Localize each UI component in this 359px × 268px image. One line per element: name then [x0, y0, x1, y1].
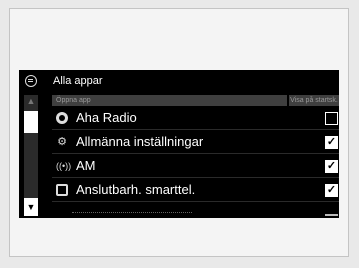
app-label: AM: [76, 158, 96, 173]
list-item[interactable]: ⚙ Allmänna inställningar ✓: [52, 130, 339, 154]
cut-off-label: [72, 212, 192, 215]
column-header-open-app: Öppna app: [52, 95, 287, 106]
scroll-down-icon[interactable]: ▼: [24, 198, 38, 216]
app-label: Anslutbarh. smarttel.: [76, 182, 196, 197]
display-screen: Alla appar Öppna app Visa på startsk. ▲ …: [19, 70, 339, 218]
menu-icon[interactable]: [25, 75, 37, 87]
app-list: Aha Radio ⚙ Allmänna inställningar ✓ ((•…: [52, 106, 339, 202]
list-item[interactable]: ((•)) AM ✓: [52, 154, 339, 178]
screen-title: Alla appar: [53, 75, 103, 87]
show-on-home-checkbox[interactable]: [325, 112, 338, 125]
aha-radio-icon: [56, 112, 68, 124]
show-on-home-checkbox[interactable]: ✓: [325, 184, 338, 197]
figure-frame: Alla appar Öppna app Visa på startsk. ▲ …: [9, 8, 349, 257]
scroll-up-icon[interactable]: ▲: [24, 95, 38, 107]
list-item-partial: [52, 207, 339, 218]
list-item[interactable]: Aha Radio: [52, 106, 339, 130]
column-header-show-on-home: Visa på startsk.: [289, 95, 339, 106]
smartphone-icon: [56, 184, 68, 196]
show-on-home-checkbox[interactable]: ✓: [325, 136, 338, 149]
app-label: Allmänna inställningar: [76, 134, 204, 149]
list-item[interactable]: Anslutbarh. smarttel. ✓: [52, 178, 339, 202]
scrollbar[interactable]: ▲ ▼: [24, 95, 38, 216]
gear-icon: ⚙: [57, 136, 67, 148]
scroll-thumb[interactable]: [24, 111, 38, 133]
app-label: Aha Radio: [76, 110, 137, 125]
radio-antenna-icon: ((•)): [56, 161, 72, 171]
cut-off-checkbox: [325, 214, 338, 216]
show-on-home-checkbox[interactable]: ✓: [325, 160, 338, 173]
